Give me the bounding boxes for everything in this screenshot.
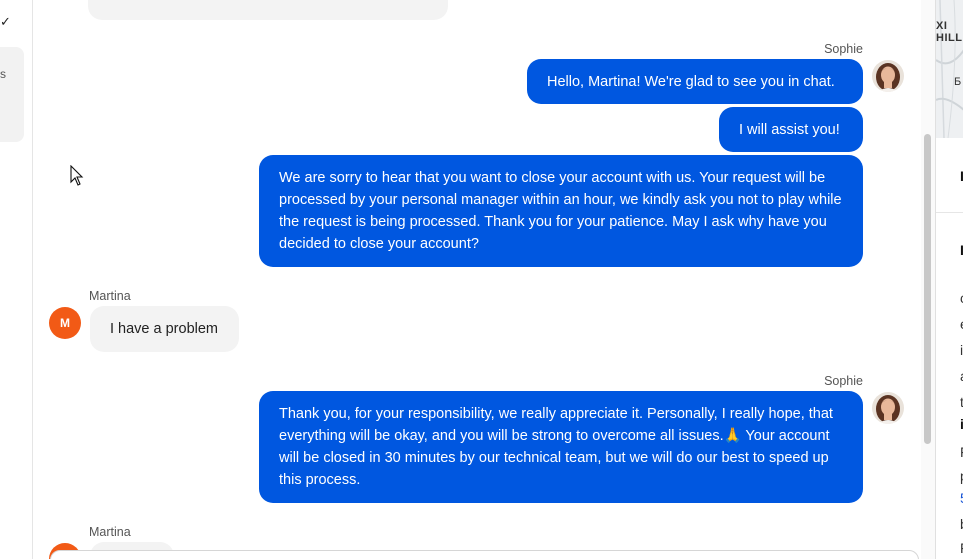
left-sidebar: ✓ s xyxy=(0,0,33,559)
agent-message-bubble: Thank you, for your responsibility, we r… xyxy=(259,391,863,503)
previous-message-bubble xyxy=(88,0,448,20)
map-label: HILL xyxy=(936,32,963,44)
sidebar-card[interactable]: s xyxy=(0,47,24,142)
chat-scrollbar[interactable] xyxy=(921,0,935,559)
martina-avatar: M xyxy=(49,307,81,339)
sender-name: Martina xyxy=(89,525,131,539)
divider xyxy=(936,212,963,213)
chat-page: ✓ s Sophie Hello, Martina! We're glad to… xyxy=(0,0,963,559)
sidebar-card-label: s xyxy=(0,67,6,81)
agent-message-bubble: Hello, Martina! We're glad to see you in… xyxy=(527,59,863,104)
mouse-cursor-icon xyxy=(70,165,84,186)
user-message-bubble: I have a problem xyxy=(90,306,239,352)
map-label: XI xyxy=(936,20,948,32)
sender-name: Sophie xyxy=(824,374,863,388)
sophie-avatar xyxy=(872,60,904,92)
scrollbar-thumb[interactable] xyxy=(924,134,931,444)
sender-name: Martina xyxy=(89,289,131,303)
chat-thread[interactable]: Sophie Hello, Martina! We're glad to see… xyxy=(34,0,920,559)
message-input[interactable] xyxy=(50,550,919,559)
check-icon: ✓ xyxy=(0,14,11,29)
map-label: Б xyxy=(954,76,962,88)
map-thumbnail[interactable]: XI HILL Б xyxy=(936,0,963,138)
agent-message-bubble: We are sorry to hear that you want to cl… xyxy=(259,155,863,267)
agent-message-bubble: I will assist you! xyxy=(719,107,863,152)
sender-name: Sophie xyxy=(824,42,863,56)
right-panel: XI HILL Б I I c e i a t i F p 5 b F xyxy=(935,0,963,559)
sophie-avatar xyxy=(872,392,904,424)
